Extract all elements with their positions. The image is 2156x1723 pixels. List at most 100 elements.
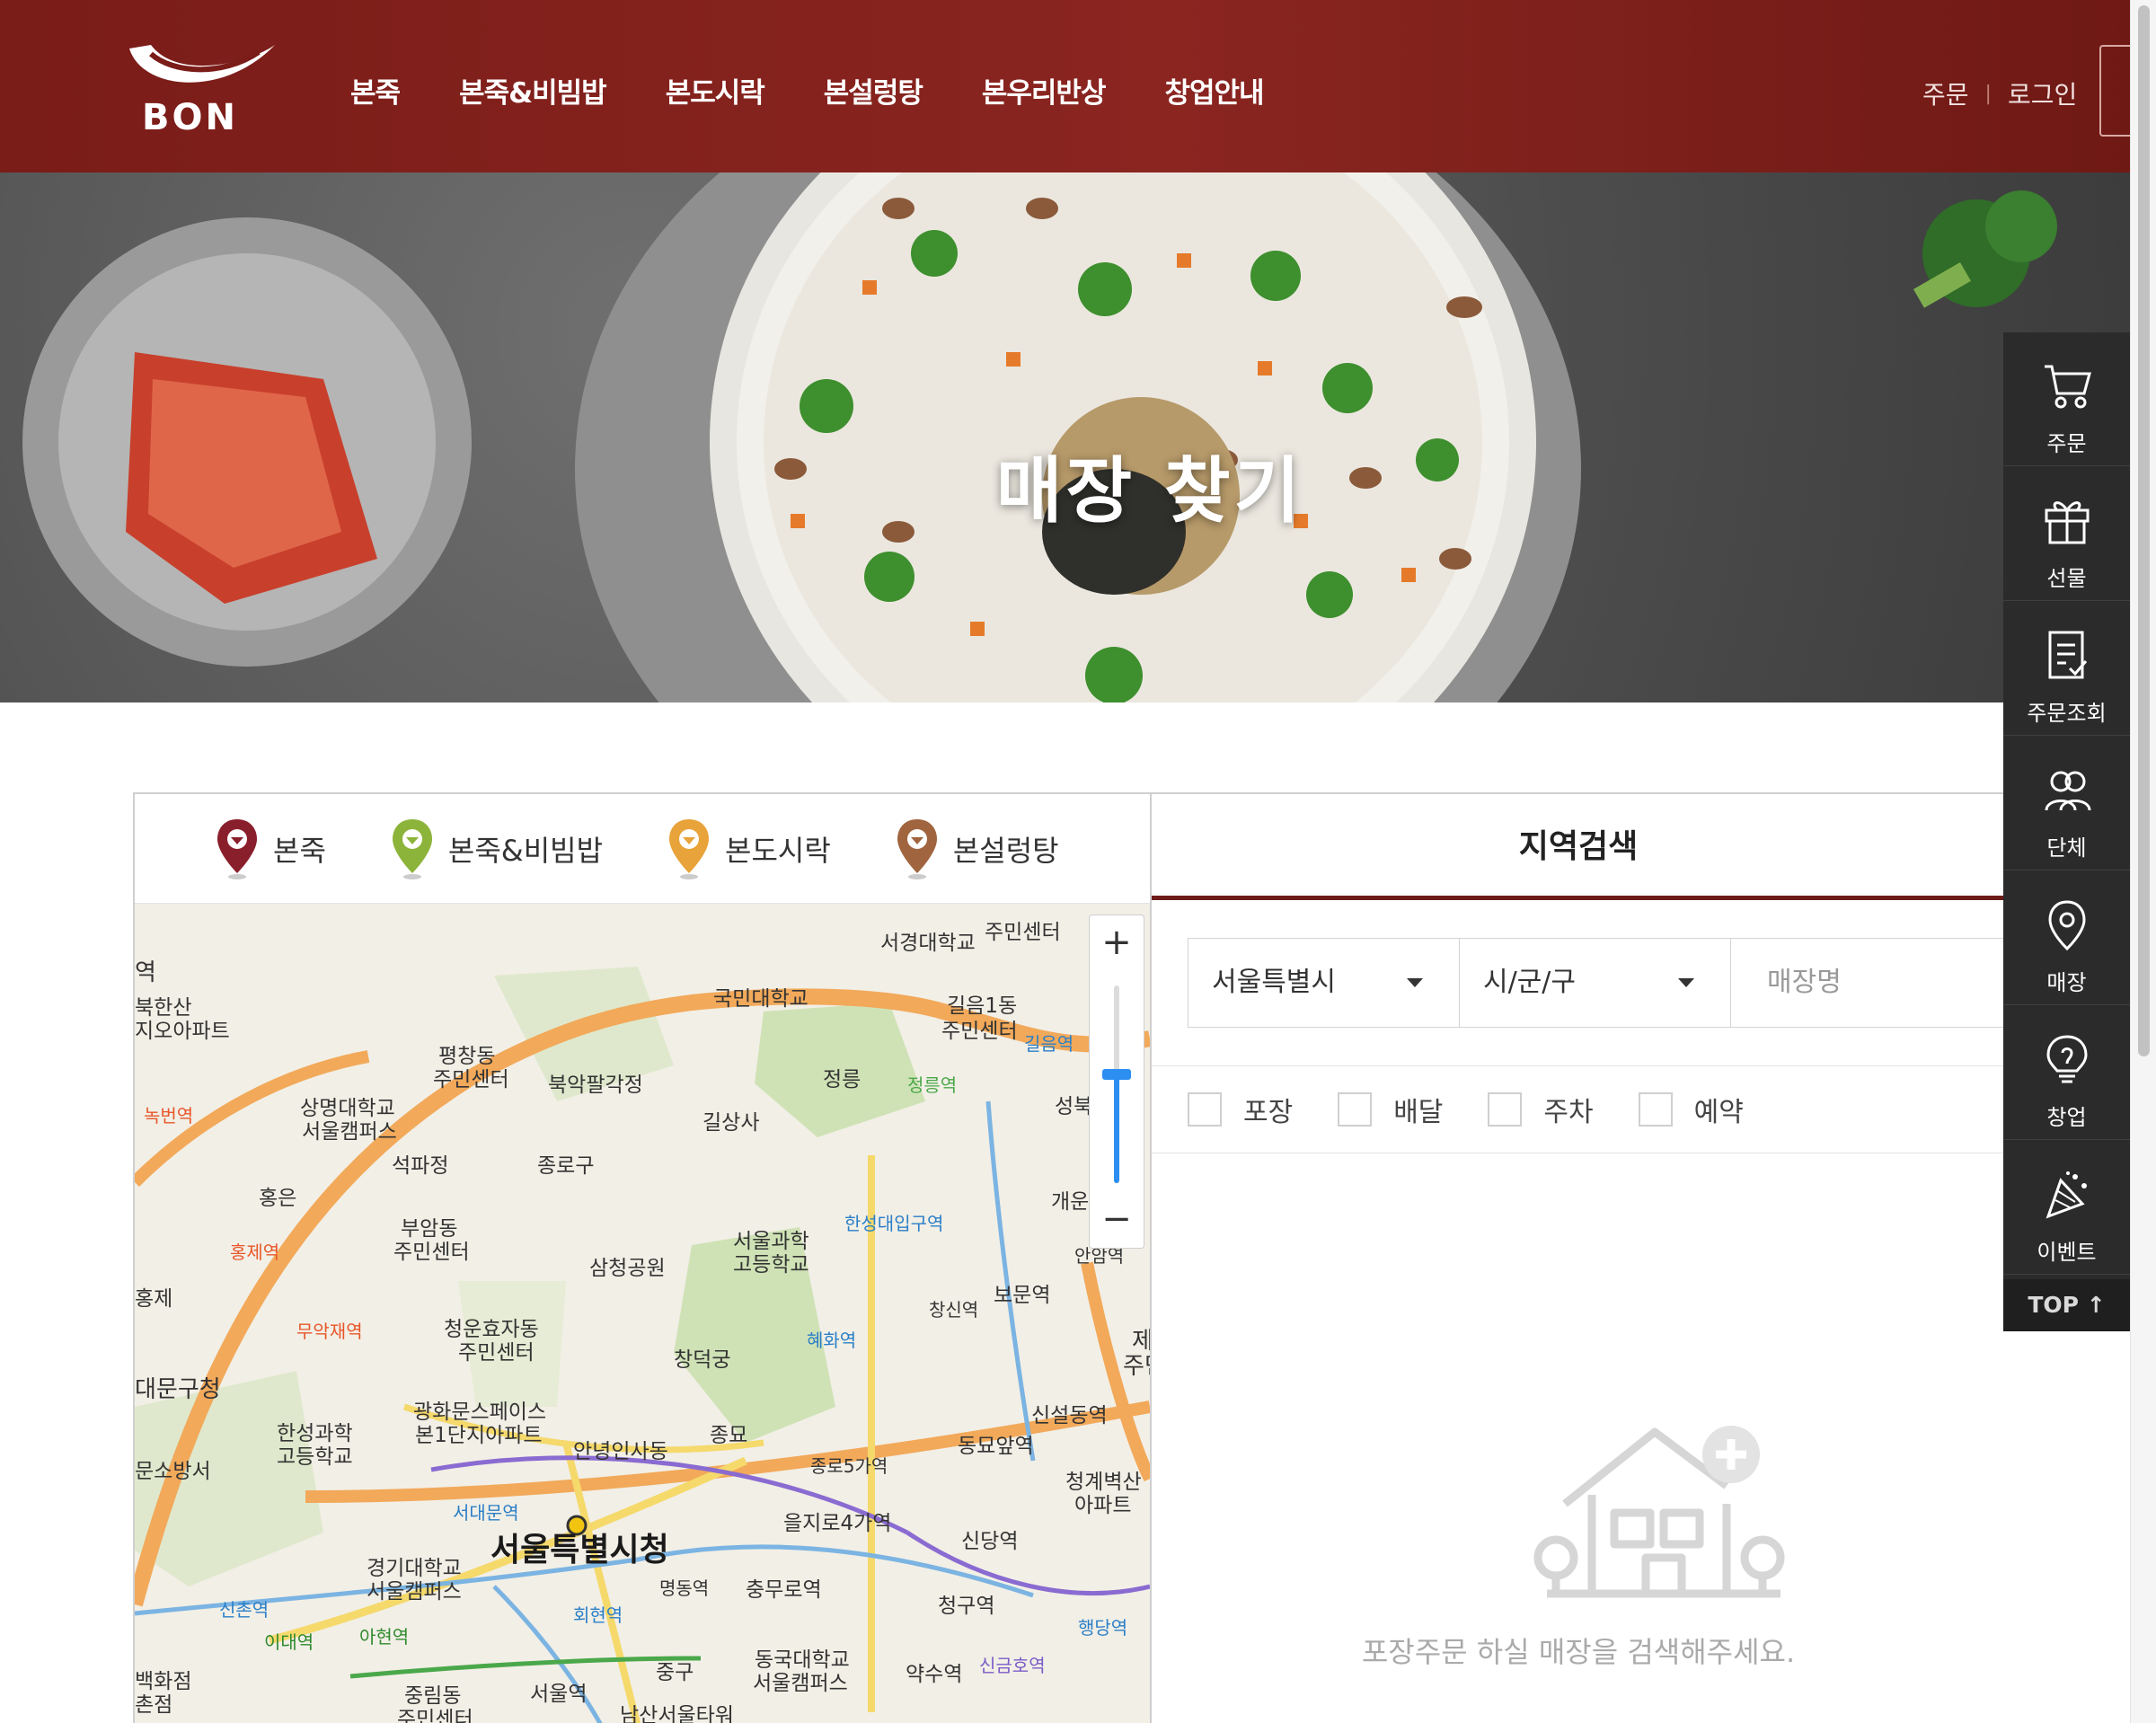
store-map[interactable]: 서경대학교 주민센터 국민대학교 길음1동 주민센터 북한산 지오아파트 평창동… (135, 904, 1150, 1723)
map-label: 이대역 (264, 1631, 314, 1653)
service-options: 포장 배달 주차 예약 (1152, 1065, 2005, 1153)
order-check-icon (2048, 631, 2088, 679)
quick-group[interactable]: 단체 (2003, 737, 2130, 870)
quick-order-check[interactable]: 주문조회 (2003, 602, 2130, 736)
city-select[interactable]: 서울특별시 (1188, 938, 1459, 1028)
map-label: 행당역 (1078, 1617, 1128, 1639)
map-label: 무악재역 (296, 1321, 363, 1342)
city-select-value: 서울특별시 (1212, 967, 1336, 998)
quick-franchise[interactable]: 창업 (2003, 1006, 2130, 1140)
store-add-icon (1533, 1426, 1785, 1598)
legend-bonjuk[interactable]: 본죽 (216, 817, 326, 880)
map-label: 남산서울타워 (620, 1704, 734, 1723)
map-label: 주민 (1123, 1353, 1150, 1380)
map-label: 성북 (1055, 1095, 1093, 1118)
zoom-control: + − (1089, 915, 1144, 1249)
district-select-value: 시/군/구 (1483, 967, 1577, 998)
map-label: 안녕인사동 (573, 1440, 668, 1463)
map-label: 길상사 (702, 1111, 760, 1135)
map-label: 창신역 (929, 1299, 979, 1321)
quick-event[interactable]: 이벤트 (2003, 1141, 2130, 1275)
checkbox[interactable] (1338, 1092, 1373, 1127)
zoom-slider-handle[interactable] (1102, 1069, 1131, 1080)
map-label: 청구역 (938, 1595, 995, 1618)
legend-label: 본도시락 (725, 833, 831, 868)
map-label: 주민센터 (941, 1020, 1018, 1043)
region-search-title: 지역검색 (1152, 794, 2005, 900)
nav-franchise[interactable]: 창업안내 (1164, 70, 1264, 110)
option-takeout[interactable]: 포장 (1188, 1090, 1293, 1129)
map-label: 한성대입구역 (844, 1213, 944, 1234)
map-label: 주민센터 (397, 1708, 473, 1723)
option-reservation[interactable]: 예약 (1638, 1090, 1744, 1129)
map-label: 서울캠퍼스 (753, 1672, 848, 1695)
option-parking[interactable]: 주차 (1488, 1090, 1594, 1129)
map-label: 석파정 (392, 1154, 449, 1178)
checkbox[interactable] (1488, 1092, 1523, 1127)
zoom-out-button[interactable]: − (1090, 1194, 1144, 1248)
nav-bon-seolleongtang[interactable]: 본설렁탕 (824, 70, 923, 110)
map-label: 동묘앞역 (958, 1435, 1034, 1458)
checkbox[interactable] (1188, 1092, 1222, 1127)
scrollbar-thumb[interactable] (2138, 5, 2150, 1056)
option-delivery[interactable]: 배달 (1338, 1090, 1443, 1129)
order-link[interactable]: 주문 (1922, 75, 1969, 111)
map-label: 약수역 (906, 1663, 963, 1686)
legend-label: 본설렁탕 (952, 833, 1059, 868)
map-label: 대문구청 (135, 1376, 221, 1403)
map-label: 명동역 (659, 1577, 710, 1599)
nav-bon-uri-bansang[interactable]: 본우리반상 (982, 70, 1107, 110)
map-label: 신당역 (961, 1530, 1019, 1553)
site-header: BON 본죽 본죽&비빔밥 본도시락 본설렁탕 본우리반상 창업안내 주문 | … (0, 0, 2135, 172)
marker-pin-icon (669, 818, 710, 879)
map-label: 신촌역 (219, 1599, 270, 1621)
checkbox[interactable] (1638, 1092, 1673, 1127)
map-label: 북악팔각정 (548, 1074, 643, 1097)
map-label: 개운 (1051, 1190, 1090, 1214)
quick-label: 선물 (2046, 566, 2087, 591)
quick-store[interactable]: 매장 (2003, 871, 2130, 1005)
login-link[interactable]: 로그인 (2008, 75, 2077, 111)
main-nav: 본죽 본죽&비빔밥 본도시락 본설렁탕 본우리반상 창업안내 (350, 70, 1323, 110)
district-select[interactable]: 시/군/구 (1459, 938, 1730, 1028)
store-name-input[interactable]: 매장명 (1730, 938, 2018, 1028)
map-label: 충무로역 (746, 1578, 822, 1602)
quick-order[interactable]: 주문 (2003, 332, 2130, 466)
map-label: 삼청공원 (589, 1257, 666, 1280)
map-label: 종묘 (710, 1424, 748, 1447)
map-label: 서대문역 (453, 1502, 519, 1524)
chevron-down-icon (1407, 978, 1423, 987)
option-label: 예약 (1693, 1097, 1744, 1128)
gift-icon (2045, 501, 2090, 544)
map-label: 정릉역 (907, 1074, 958, 1096)
map-label: 본1단지아파트 (415, 1424, 543, 1447)
util-divider: | (1984, 82, 1992, 105)
zoom-in-button[interactable]: + (1090, 917, 1144, 971)
map-label: 서경대학교 (880, 932, 976, 955)
legend-label: 본죽&비빔밥 (447, 833, 604, 868)
map-label: 중구 (656, 1661, 694, 1684)
legend-label: 본죽 (273, 833, 326, 868)
scroll-top-button[interactable]: TOP ↑ (2003, 1279, 2130, 1331)
lightbulb-icon (2046, 1035, 2088, 1083)
nav-bonjuk[interactable]: 본죽 (350, 70, 401, 110)
map-panel: 본죽 본죽&비빔밥 본도시락 본설렁탕 서경대학교 주민센터 국민대학교 길음1… (133, 792, 1152, 1723)
page-title: 매장 찾기 (995, 449, 1304, 533)
quick-gift[interactable]: 선물 (2003, 467, 2130, 601)
quick-label: 주문 (2046, 431, 2087, 456)
marker-pin-icon (897, 818, 937, 879)
empty-state-message: 포장주문 하실 매장을 검색해주세요. (1361, 1635, 1796, 1669)
nav-bon-dosirak[interactable]: 본도시락 (666, 70, 765, 110)
page-scrollbar[interactable] (2130, 0, 2156, 1723)
legend-bon-dosirak[interactable]: 본도시락 (667, 817, 831, 880)
map-label: 역 (135, 959, 156, 986)
map-label: 고등학교 (277, 1445, 353, 1469)
legend-bonjuk-bibimbap[interactable]: 본죽&비빔밥 (391, 817, 603, 880)
nav-bonjuk-bibimbap[interactable]: 본죽&비빔밥 (459, 70, 607, 110)
bon-logo[interactable]: BON (124, 36, 277, 138)
map-label: 보문역 (994, 1284, 1051, 1307)
marker-pin-icon (392, 818, 432, 879)
legend-bon-seolleongtang[interactable]: 본설렁탕 (896, 817, 1059, 880)
map-label: 혜화역 (807, 1330, 857, 1351)
party-icon (2046, 1171, 2087, 1219)
